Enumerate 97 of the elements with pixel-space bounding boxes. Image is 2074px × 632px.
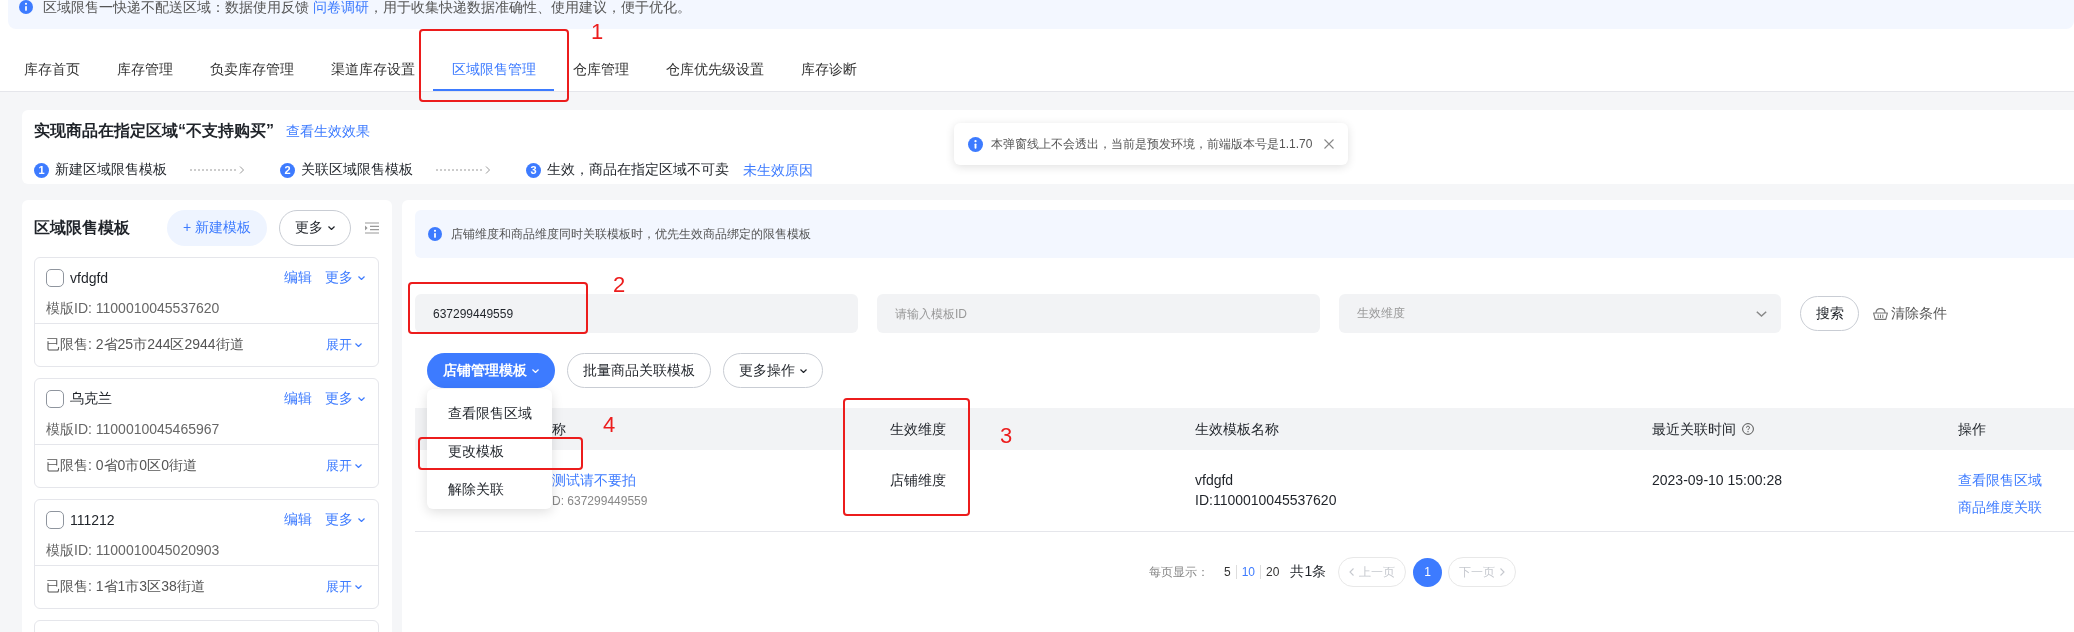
annotation-number: 2 — [613, 274, 626, 296]
tab[interactable]: 库存首页 — [5, 50, 98, 91]
caret-icon — [355, 585, 362, 589]
template-id: 模版ID: 1100010045537620 — [46, 299, 221, 318]
action-button[interactable]: 更多操作 — [723, 353, 823, 388]
checkbox[interactable] — [46, 269, 64, 287]
expand-link[interactable]: 展开 — [326, 578, 362, 596]
template-id: ID:1100010045537620 — [1195, 491, 1337, 510]
template-id: 模版ID: 1100010045020903 — [46, 541, 221, 560]
template-name: 111212 — [70, 512, 116, 528]
list-indent-icon[interactable] — [365, 222, 379, 234]
table-cell-text: 店铺维度 — [890, 471, 946, 490]
caret-icon — [358, 397, 365, 401]
more-link[interactable]: 更多 — [325, 511, 365, 529]
menu-item[interactable]: 更改模板 — [427, 441, 552, 463]
template-id: 模版ID: 1100010045465967 — [46, 420, 221, 439]
column-header: 最近关联时间 — [1652, 422, 1736, 436]
edit-link[interactable]: 编辑 — [284, 511, 312, 529]
tab[interactable]: 渠道库存设置 — [312, 50, 433, 91]
step-label: 新建区域限售模板 — [55, 161, 167, 179]
view-effect-link[interactable]: 查看生效效果 — [286, 121, 370, 141]
template-name: 乌克兰 — [70, 390, 113, 408]
annotation-number: 4 — [603, 414, 616, 436]
step-number: 2 — [280, 162, 295, 178]
select-field[interactable]: 生效维度 — [1339, 294, 1781, 333]
search-input[interactable]: 637299449559 — [415, 294, 858, 333]
caret-icon — [355, 343, 362, 347]
tab[interactable]: 仓库管理 — [554, 50, 647, 91]
page-size-label: 每页显示： — [1149, 563, 1209, 581]
checkbox[interactable] — [46, 390, 64, 408]
page-size-option[interactable]: 5 — [1219, 565, 1236, 579]
annotation-number: 3 — [1000, 425, 1013, 447]
restricted-summary: 已限售: 2省25市244区2944街道 — [46, 336, 244, 354]
dashed-arrow-icon — [436, 166, 490, 174]
intro-title: 实现商品在指定区域“不支持购买” — [34, 121, 274, 141]
info-icon — [428, 227, 442, 241]
operation-link[interactable]: 商品维度关联 — [1958, 497, 2042, 517]
edit-link[interactable]: 编辑 — [284, 390, 312, 408]
dashed-arrow-icon — [190, 166, 244, 174]
new-template-button[interactable]: + 新建模板 — [166, 210, 267, 246]
step-label: 生效，商品在指定区域不可卖 — [547, 161, 729, 179]
action-button[interactable]: 批量商品关联模板 — [567, 353, 711, 388]
more-link[interactable]: 更多 — [325, 390, 365, 408]
search-button[interactable]: 搜索 — [1800, 296, 1859, 331]
toast-message: 本弹窗线上不会透出，当前是预发环境，前端版本号是1.1.70 — [991, 135, 1313, 153]
restricted-summary: 已限售: 1省1市3区38街道 — [46, 578, 205, 596]
product-id: D: 637299449559 — [552, 493, 648, 510]
notice-text: 区域限售一快递不配送区域：数据使用反馈 问卷调研，用于收集快递数据准确性、使用建议，便于优化。 — [43, 0, 691, 15]
help-icon[interactable] — [1742, 423, 1754, 435]
operation-link[interactable]: 查看限售区域 — [1958, 470, 2042, 490]
tab[interactable]: 负卖库存管理 — [191, 50, 312, 91]
survey-link[interactable]: 问卷调研 — [312, 0, 369, 15]
panel-title: 区域限售模板 — [34, 217, 131, 238]
edit-link[interactable]: 编辑 — [284, 269, 312, 287]
clear-button[interactable]: 清除条件 — [1873, 304, 1947, 323]
column-header: 称 — [552, 422, 566, 436]
caret-icon — [328, 226, 335, 230]
page-size-option[interactable]: 20 — [1260, 565, 1285, 579]
template-name: vfdgfd — [1195, 471, 1234, 490]
step-number: 1 — [34, 162, 49, 178]
chevron-left-icon — [1349, 568, 1355, 576]
caret-icon — [355, 464, 362, 468]
column-header: 生效维度 — [890, 422, 946, 436]
tab[interactable]: 库存管理 — [98, 50, 191, 91]
expand-link[interactable]: 展开 — [326, 457, 362, 475]
restricted-summary: 已限售: 0省0市0区0街道 — [46, 457, 197, 475]
column-header: 生效模板名称 — [1195, 422, 1279, 436]
more-button[interactable]: 更多 — [279, 210, 351, 246]
template-name: vfdgfd — [70, 270, 110, 286]
step-label: 关联区域限售模板 — [301, 161, 413, 179]
annotation-number: 1 — [591, 21, 604, 43]
tab[interactable]: 区域限售管理 — [433, 50, 554, 91]
step-number: 3 — [526, 162, 541, 178]
menu-item[interactable]: 查看限售区域 — [427, 403, 552, 425]
chevron-right-icon — [1500, 568, 1506, 576]
chevron-down-icon — [1756, 310, 1767, 317]
product-name-link[interactable]: 测试请不要拍 — [552, 470, 636, 490]
caret-icon — [358, 518, 365, 522]
more-link[interactable]: 更多 — [325, 269, 365, 287]
column-header: 操作 — [1958, 422, 1986, 436]
page-number[interactable]: 1 — [1413, 557, 1443, 587]
search-input[interactable]: 请输入模板ID — [877, 294, 1320, 333]
tab[interactable]: 仓库优先级设置 — [647, 50, 782, 91]
caret-icon — [358, 276, 365, 280]
basket-icon — [1873, 307, 1888, 320]
table-cell-text: 2023-09-10 15:00:28 — [1652, 471, 1782, 490]
info-icon — [968, 136, 983, 152]
page-size-option[interactable]: 10 — [1235, 565, 1261, 579]
reason-link[interactable]: 未生效原因 — [743, 160, 813, 180]
checkbox[interactable] — [46, 511, 64, 529]
menu-item[interactable]: 解除关联 — [427, 479, 552, 501]
tab[interactable]: 库存诊断 — [782, 50, 875, 91]
alert-text: 店铺维度和商品维度同时关联模板时，优先生效商品绑定的限售模板 — [451, 225, 811, 243]
expand-link[interactable]: 展开 — [326, 336, 362, 354]
close-icon[interactable] — [1324, 139, 1335, 149]
total-count: 共1条 — [1290, 563, 1327, 581]
action-button[interactable]: 店铺管理模板 — [427, 353, 555, 388]
